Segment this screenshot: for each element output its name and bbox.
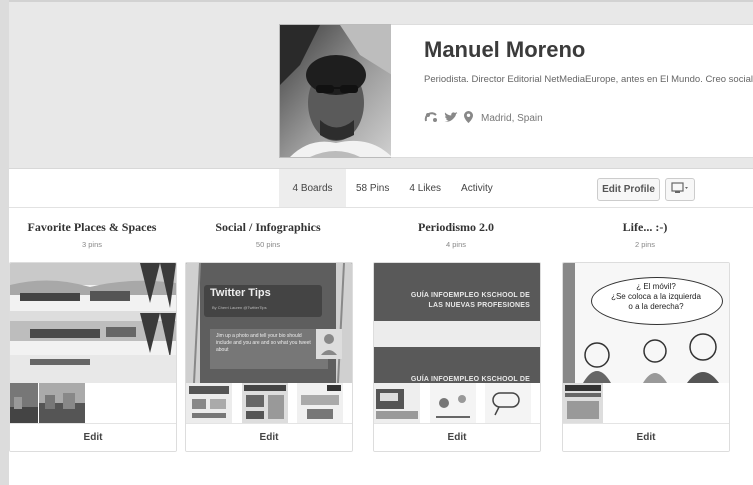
- page-left-edge: [0, 0, 9, 485]
- profile-bio: Periodista. Director Editorial NetMediaE…: [424, 74, 753, 85]
- board-favorite-places[interactable]: Favorite Places & Spaces 3 pins Edit: [9, 220, 177, 452]
- tab-pins[interactable]: 58 Pins: [346, 169, 399, 207]
- location-pin-icon: [464, 111, 473, 126]
- board-thumbnail: [429, 383, 485, 423]
- board-thumbnail: [186, 383, 241, 423]
- board-periodismo[interactable]: Periodismo 2.0 4 pins GUÍA INFOEMPLEO KS…: [373, 220, 541, 452]
- board-pin-count: 2 pins: [634, 240, 655, 249]
- cover-title: Twitter Tips: [210, 287, 271, 299]
- tab-activity[interactable]: Activity: [451, 169, 503, 207]
- board-thumbnails: [563, 383, 729, 423]
- board-card[interactable]: ¿ El móvil? ¿Se coloca a la izquierda o …: [562, 262, 730, 452]
- board-cover-image[interactable]: GUÍA INFOEMPLEO KSCHOOL DE LAS NUEVAS PR…: [374, 263, 540, 383]
- board-edit-button[interactable]: Edit: [10, 423, 176, 451]
- board-thumbnail: [374, 383, 429, 423]
- board-life[interactable]: Life... :-) 2 pins ¿ El móvil? ¿Se coloc…: [562, 220, 730, 452]
- cover-line: GUÍA INFOEMPLEO KSCHOOL DE: [410, 376, 530, 383]
- board-thumbnail-empty: [86, 383, 176, 423]
- board-thumbnails: [186, 383, 352, 423]
- board-cover-image[interactable]: Twitter Tips By Cherri Lauren @TwitterTi…: [186, 263, 352, 383]
- board-social-infographics[interactable]: Social / Infographics 50 pins Twitter Ti…: [185, 220, 353, 452]
- cover-line: GUÍA INFOEMPLEO KSCHOOL DE: [410, 292, 530, 299]
- cover-body: Jim up a photo and tell your bio should …: [216, 333, 311, 353]
- board-title[interactable]: Periodismo 2.0: [373, 220, 539, 235]
- board-edit-button[interactable]: Edit: [186, 423, 352, 451]
- board-title[interactable]: Life... :-): [562, 220, 728, 235]
- board-edit-button[interactable]: Edit: [563, 423, 729, 451]
- board-card[interactable]: GUÍA INFOEMPLEO KSCHOOL DE LAS NUEVAS PR…: [373, 262, 541, 452]
- twitter-icon[interactable]: [444, 111, 458, 126]
- board-cover-image[interactable]: ¿ El móvil? ¿Se coloca a la izquierda o …: [563, 263, 729, 383]
- profile-location: Madrid, Spain: [481, 113, 543, 124]
- board-thumbnails: [10, 383, 176, 423]
- board-pin-count: 3 pins: [81, 240, 102, 249]
- social-links: Madrid, Spain: [424, 111, 543, 126]
- bubble-line: ¿Se coloca a la izquierda: [611, 292, 701, 301]
- tab-likes[interactable]: 4 Likes: [399, 169, 451, 207]
- tabs-divider: [9, 207, 753, 208]
- board-card[interactable]: Twitter Tips By Cherri Lauren @TwitterTi…: [185, 262, 353, 452]
- board-pin-count: 4 pins: [445, 240, 466, 249]
- board-edit-button[interactable]: Edit: [374, 423, 540, 451]
- profile-name: Manuel Moreno: [424, 37, 586, 62]
- tab-boards[interactable]: 4 Boards: [279, 169, 346, 207]
- message-button[interactable]: [665, 178, 695, 201]
- edit-profile-button[interactable]: Edit Profile: [597, 178, 660, 201]
- avatar[interactable]: [279, 24, 393, 158]
- board-thumbnail: [563, 383, 603, 423]
- bubble-line: ¿ El móvil?: [636, 282, 676, 291]
- board-thumbnails: [374, 383, 540, 423]
- board-cover-image[interactable]: [10, 263, 176, 383]
- profile-info-card: Manuel Moreno Periodista. Director Edito…: [391, 24, 753, 158]
- board-thumbnail: [485, 383, 540, 423]
- board-thumbnail-empty: [604, 383, 729, 423]
- board-title[interactable]: Favorite Places & Spaces: [9, 220, 175, 235]
- board-thumbnail: [241, 383, 297, 423]
- board-card[interactable]: Edit: [9, 262, 177, 452]
- board-title[interactable]: Social / Infographics: [185, 220, 351, 235]
- message-icon: [671, 181, 689, 199]
- speech-bubble-text: ¿ El móvil? ¿Se coloca a la izquierda o …: [591, 282, 721, 312]
- board-thumbnail: [39, 383, 85, 423]
- cover-line: LAS NUEVAS PROFESIONES: [428, 302, 530, 309]
- board-pin-count: 50 pins: [255, 240, 281, 249]
- profile-tabs: 4 Boards 58 Pins 4 Likes Activity: [279, 169, 503, 207]
- board-thumbnail: [10, 383, 38, 423]
- bubble-line: o a la derecha?: [628, 302, 684, 311]
- board-thumbnail: [297, 383, 352, 423]
- cover-subtitle: By Cherri Lauren @TwitterTips: [212, 305, 267, 310]
- connect-icon[interactable]: [424, 111, 438, 126]
